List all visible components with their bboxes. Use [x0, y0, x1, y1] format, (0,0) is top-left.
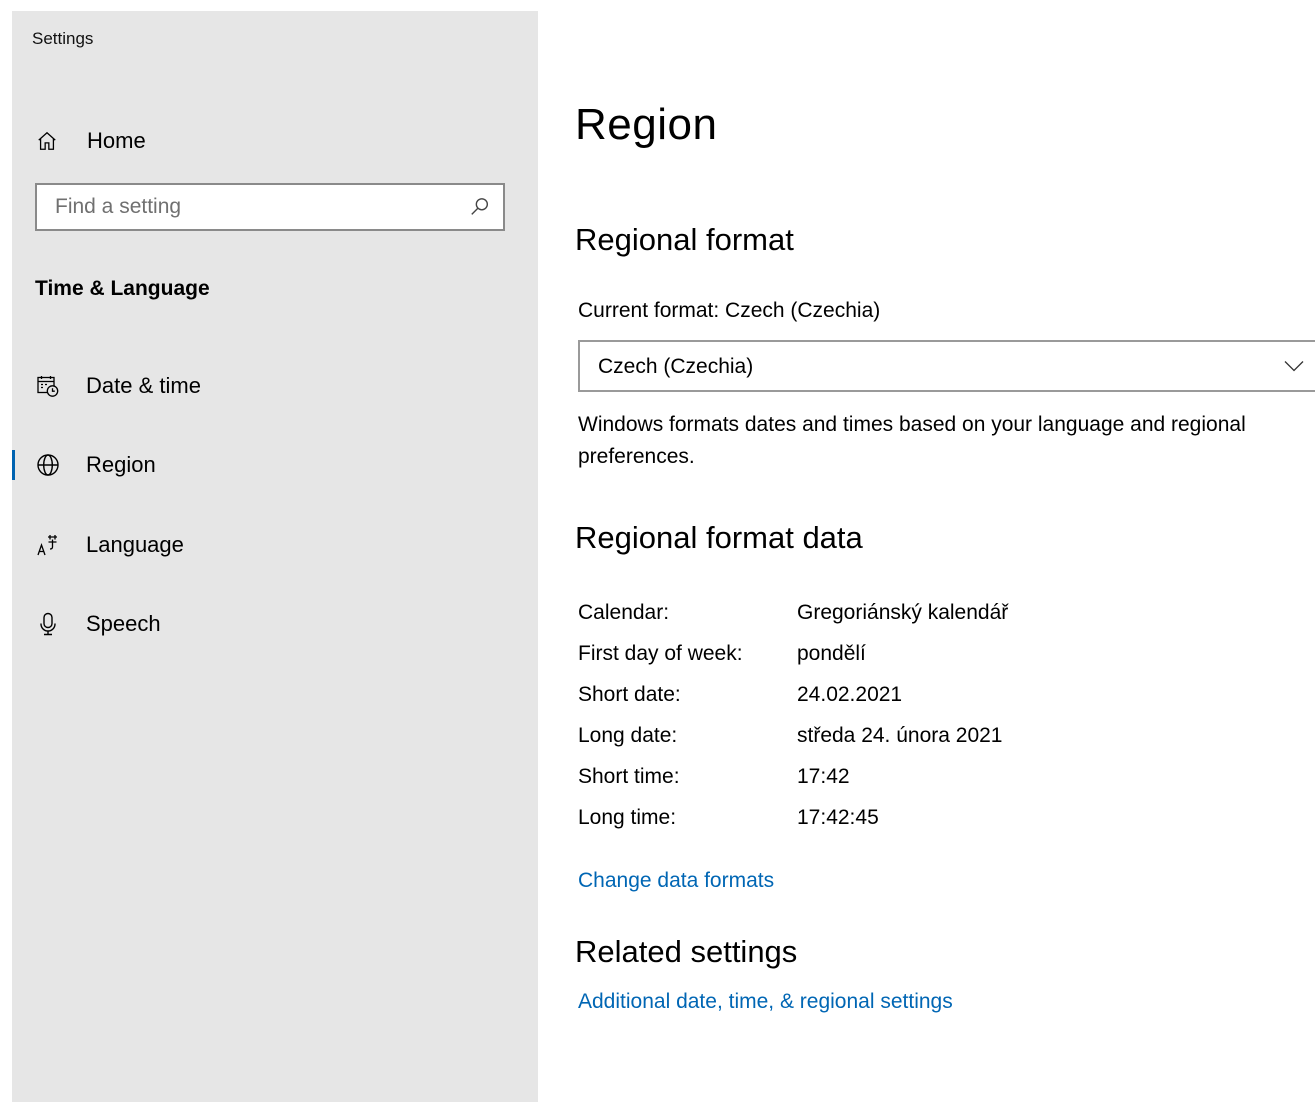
regional-format-dropdown[interactable]: Czech (Czechia)	[578, 340, 1315, 392]
home-icon	[38, 131, 56, 150]
row-value: Gregoriánský kalendář	[797, 600, 1009, 624]
chevron-down-icon	[1284, 361, 1304, 372]
search-icon[interactable]	[469, 196, 491, 218]
change-data-formats-link[interactable]: Change data formats	[578, 869, 774, 893]
sidebar-item-label: Date & time	[86, 373, 201, 398]
sidebar-item-speech[interactable]: Speech	[12, 594, 538, 654]
current-format-label: Current format: Czech (Czechia)	[578, 299, 881, 322]
row-key: First day of week:	[578, 641, 743, 665]
sidebar-item-label: Language	[86, 532, 184, 557]
language-icon	[37, 535, 57, 556]
app-title: Settings	[32, 29, 94, 48]
calendar-clock-icon	[37, 376, 59, 397]
sidebar-item-region[interactable]: Region	[12, 435, 538, 495]
sidebar-item-label: Speech	[86, 611, 161, 636]
row-value: 17:42:45	[797, 805, 879, 829]
sidebar: Settings Home Time & Language Date & tim…	[12, 11, 538, 1102]
row-key: Short date:	[578, 682, 681, 706]
sidebar-item-label: Region	[86, 452, 156, 477]
format-description: Windows formats dates and times based on…	[578, 413, 1246, 468]
section-title: Time & Language	[35, 277, 210, 300]
regional-format-data-heading: Regional format data	[575, 520, 863, 555]
related-settings-heading: Related settings	[575, 934, 798, 969]
table-row: First day of week: pondělí	[578, 633, 1008, 674]
row-key: Calendar:	[578, 600, 670, 624]
row-key: Long date:	[578, 723, 678, 747]
row-value: 17:42	[797, 764, 850, 788]
sidebar-item-date-time[interactable]: Date & time	[12, 356, 538, 416]
additional-settings-link[interactable]: Additional date, time, & regional settin…	[578, 990, 953, 1014]
row-key: Long time:	[578, 805, 677, 829]
row-value: pondělí	[797, 641, 866, 665]
main-content: Region Regional format Current format: C…	[575, 0, 1315, 1102]
row-value: středa 24. února 2021	[797, 723, 1003, 747]
search-input[interactable]	[37, 185, 467, 229]
home-label: Home	[87, 128, 146, 153]
home-nav-item[interactable]: Home	[36, 119, 506, 163]
search-box[interactable]	[35, 183, 505, 231]
microphone-icon	[40, 612, 56, 636]
format-data-table: Calendar: Gregoriánský kalendář First da…	[578, 592, 1008, 838]
table-row: Long time: 17:42:45	[578, 797, 1008, 838]
table-row: Short time: 17:42	[578, 756, 1008, 797]
regional-format-heading: Regional format	[575, 222, 794, 257]
table-row: Calendar: Gregoriánský kalendář	[578, 592, 1008, 633]
table-row: Short date: 24.02.2021	[578, 674, 1008, 715]
page-title: Region	[575, 100, 718, 149]
globe-icon	[37, 454, 59, 476]
row-value: 24.02.2021	[797, 682, 903, 706]
dropdown-value: Czech (Czechia)	[598, 355, 754, 378]
row-key: Short time:	[578, 764, 680, 788]
table-row: Long date: středa 24. února 2021	[578, 715, 1008, 756]
sidebar-item-language[interactable]: Language	[12, 515, 538, 575]
